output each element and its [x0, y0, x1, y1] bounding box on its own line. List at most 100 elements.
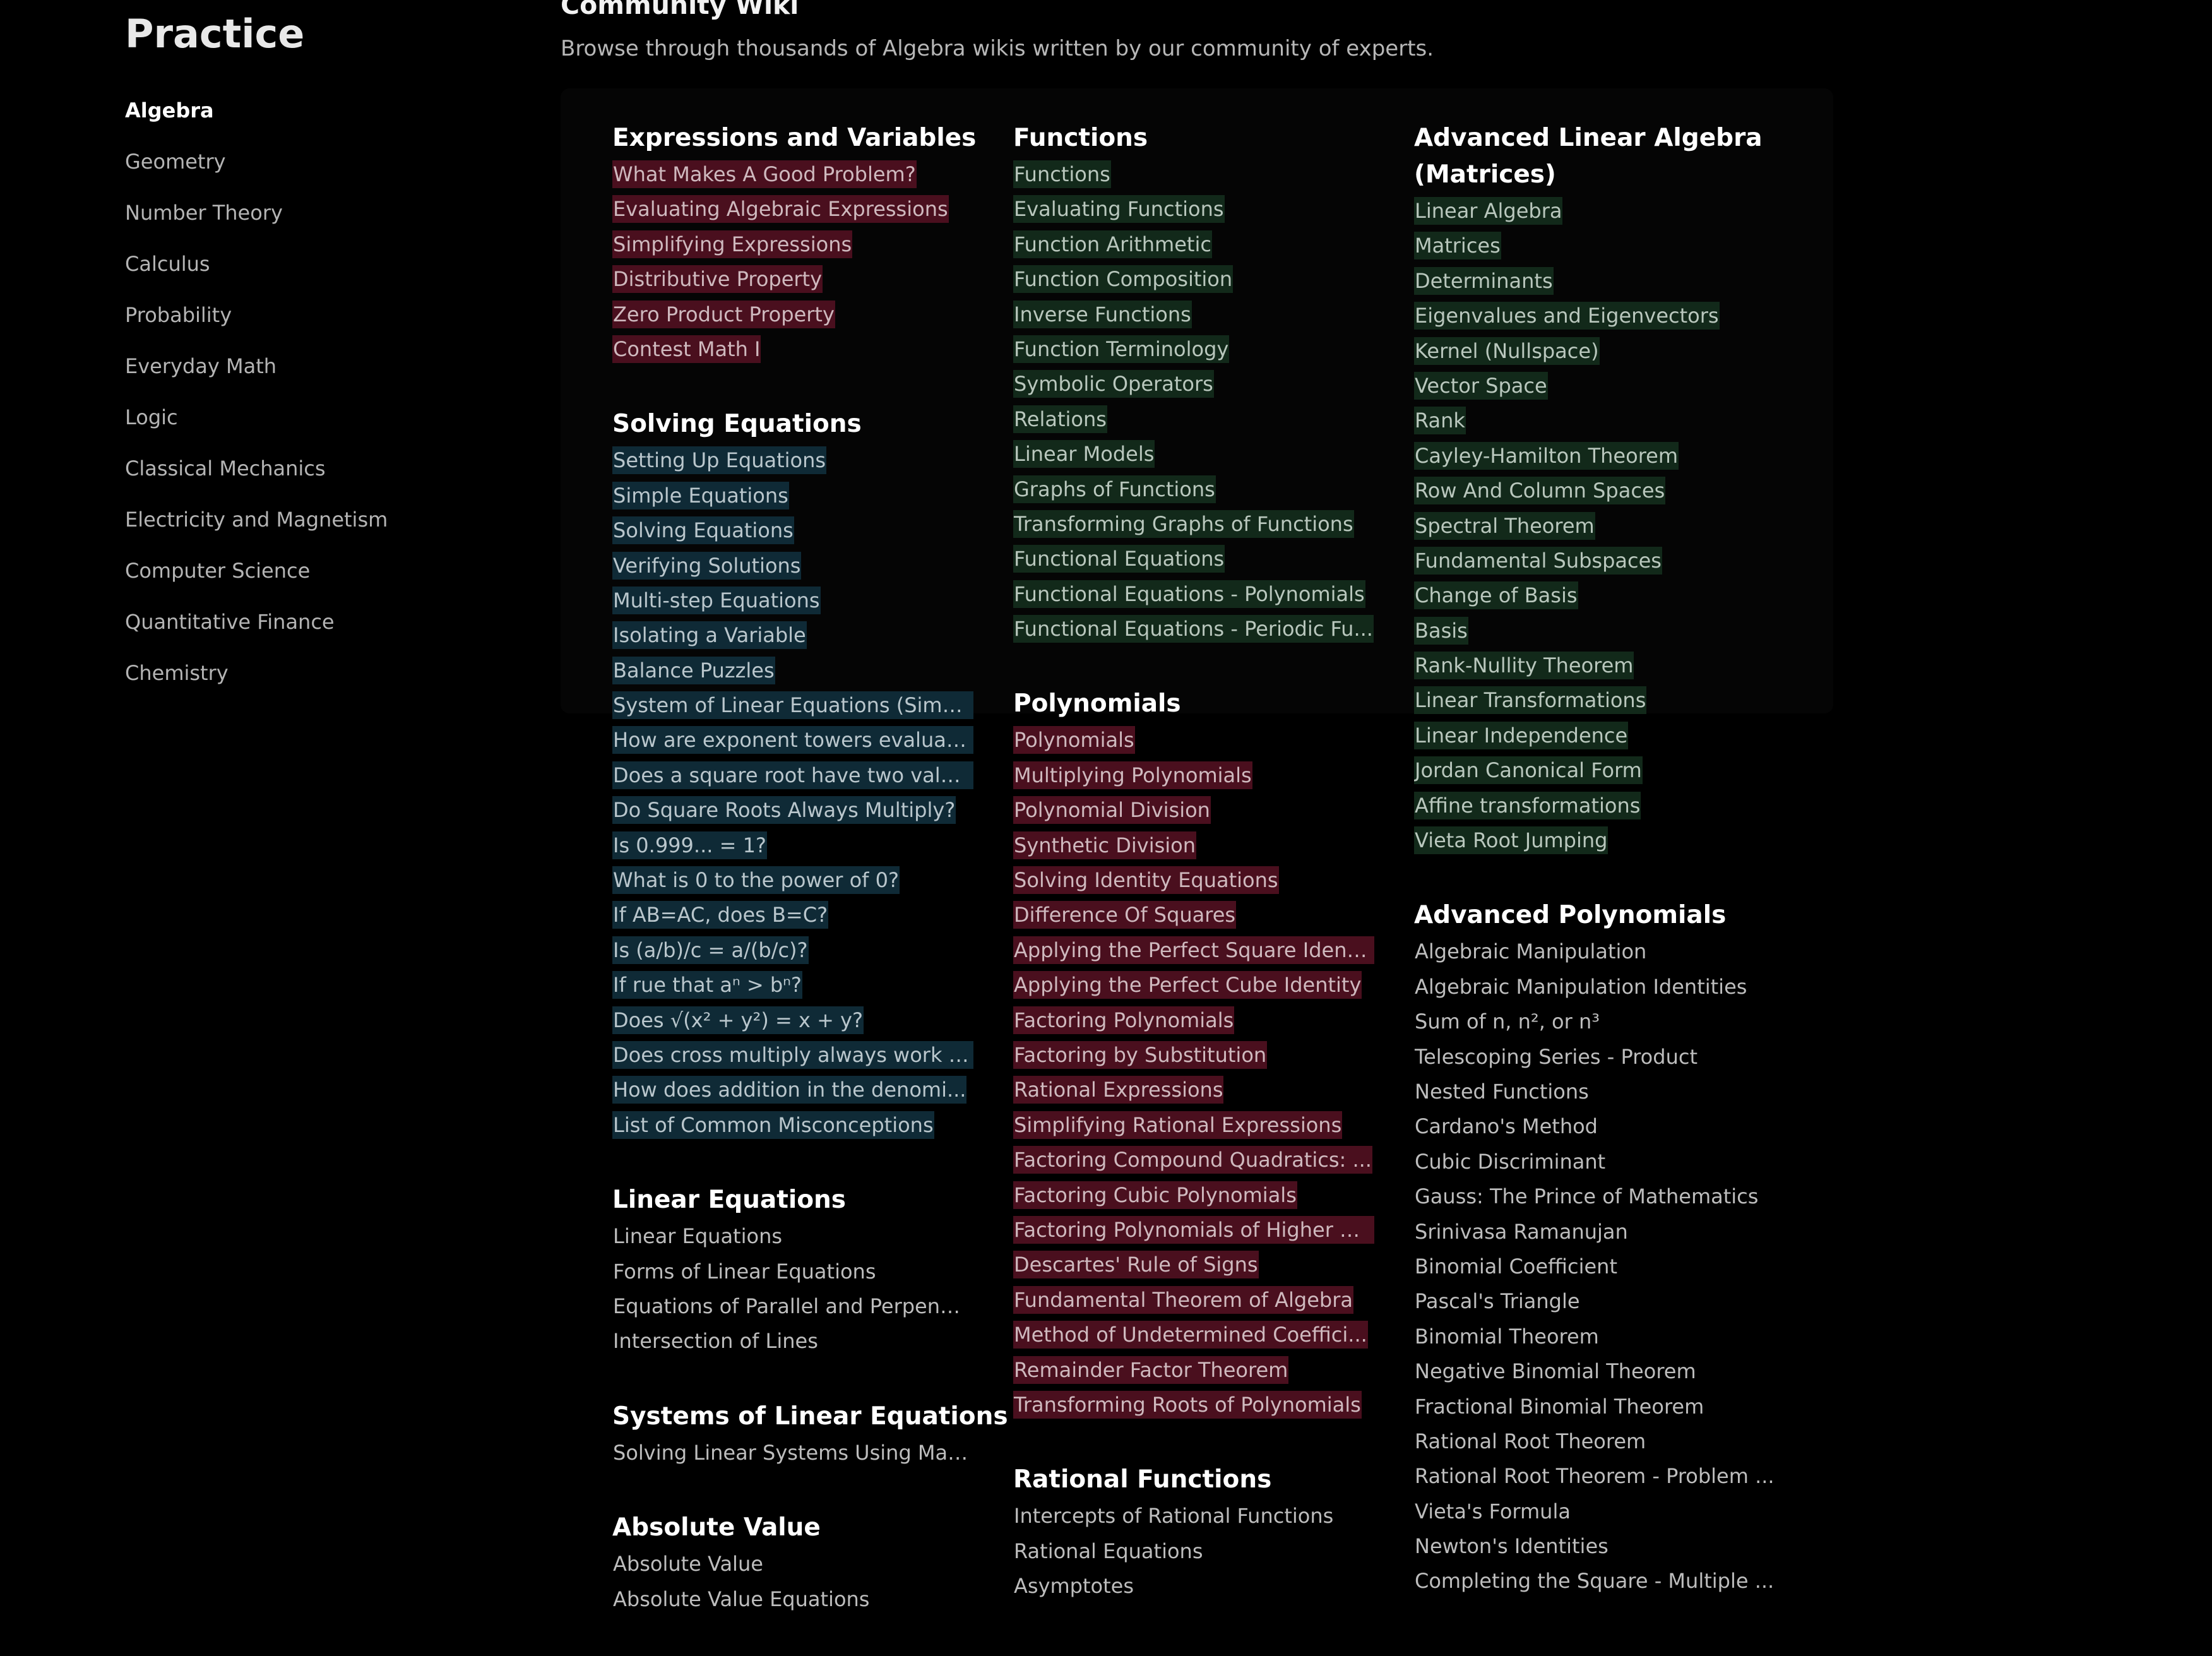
wiki-link[interactable]: Binomial Coefficient — [1414, 1253, 1618, 1280]
wiki-link[interactable]: Does cross multiply always work fo... — [612, 1040, 973, 1069]
wiki-link[interactable]: Vieta's Formula — [1414, 1498, 1571, 1525]
wiki-link[interactable]: If rue that aⁿ > bⁿ? — [612, 971, 802, 999]
wiki-link[interactable]: Difference Of Squares — [1013, 901, 1237, 929]
wiki-link[interactable]: Balance Puzzles — [612, 656, 775, 684]
wiki-link[interactable]: Asymptotes — [1013, 1572, 1134, 1600]
wiki-link[interactable]: Zero Product Property — [612, 300, 835, 328]
wiki-link[interactable]: System of Linear Equations (Simul... — [612, 691, 973, 720]
wiki-link[interactable]: Jordan Canonical Form — [1414, 756, 1643, 785]
wiki-link[interactable]: Rational Root Theorem - Problem ... — [1414, 1462, 1775, 1490]
wiki-link[interactable]: Completing the Square - Multiple ... — [1414, 1567, 1775, 1595]
wiki-link[interactable]: Linear Equations — [612, 1222, 783, 1250]
wiki-link[interactable]: Function Composition — [1013, 265, 1234, 294]
wiki-link[interactable]: Row And Column Spaces — [1414, 477, 1666, 505]
wiki-link[interactable]: Algebraic Manipulation Identities — [1414, 973, 1747, 1001]
wiki-link[interactable]: Functional Equations - Periodic Fu... — [1013, 615, 1374, 643]
sidebar-item-logic[interactable]: Logic — [125, 392, 388, 443]
wiki-link[interactable]: Simplifying Expressions — [612, 230, 853, 258]
wiki-link[interactable]: Isolating a Variable — [612, 621, 807, 650]
wiki-link[interactable]: Verifying Solutions — [612, 551, 802, 580]
sidebar-item-everyday-math[interactable]: Everyday Math — [125, 341, 388, 392]
wiki-link[interactable]: Solving Equations — [612, 516, 794, 545]
sidebar-item-quantitative-finance[interactable]: Quantitative Finance — [125, 597, 388, 648]
sidebar-item-algebra[interactable]: Algebra — [125, 85, 388, 136]
wiki-link[interactable]: Solving Linear Systems Using Mat... — [612, 1439, 973, 1467]
wiki-link[interactable]: Simplifying Rational Expressions — [1013, 1111, 1343, 1139]
wiki-link[interactable]: Evaluating Algebraic Expressions — [612, 195, 949, 223]
wiki-link[interactable]: Factoring Polynomials — [1013, 1006, 1235, 1034]
wiki-link[interactable]: Function Arithmetic — [1013, 230, 1212, 258]
wiki-link[interactable]: If AB=AC, does B=C? — [612, 901, 829, 929]
wiki-link[interactable]: Determinants — [1414, 266, 1554, 295]
wiki-link[interactable]: Rational Root Theorem — [1414, 1427, 1646, 1455]
wiki-link[interactable]: How are exponent towers evaluate... — [612, 726, 973, 754]
wiki-link[interactable]: Sum of n, n², or n³ — [1414, 1008, 1600, 1035]
wiki-link[interactable]: Polynomial Division — [1013, 796, 1211, 825]
wiki-link[interactable]: Solving Identity Equations — [1013, 866, 1279, 895]
wiki-link[interactable]: Graphs of Functions — [1013, 475, 1216, 503]
sidebar-item-calculus[interactable]: Calculus — [125, 239, 388, 290]
wiki-link[interactable]: Synthetic Division — [1013, 831, 1197, 859]
wiki-link[interactable]: Does a square root have two value... — [612, 761, 973, 789]
wiki-link[interactable]: Cayley-Hamilton Theorem — [1414, 441, 1679, 470]
wiki-link[interactable]: Is 0.999... = 1? — [612, 831, 767, 859]
sidebar-item-computer-science[interactable]: Computer Science — [125, 545, 388, 597]
wiki-link[interactable]: Factoring by Substitution — [1013, 1040, 1268, 1069]
wiki-link[interactable]: Multiplying Polynomials — [1013, 761, 1252, 789]
wiki-link[interactable]: Applying the Perfect Cube Identity — [1013, 971, 1362, 999]
wiki-link[interactable]: Rank-Nullity Theorem — [1414, 652, 1634, 680]
wiki-link[interactable]: Rational Expressions — [1013, 1076, 1224, 1104]
wiki-link[interactable]: Negative Binomial Theorem — [1414, 1357, 1697, 1385]
wiki-link[interactable]: Simple Equations — [612, 481, 789, 509]
wiki-link[interactable]: Linear Transformations — [1414, 686, 1647, 715]
wiki-link[interactable]: Function Terminology — [1013, 335, 1230, 363]
wiki-link[interactable]: Functions — [1013, 160, 1111, 188]
wiki-link[interactable]: Evaluating Functions — [1013, 195, 1225, 223]
wiki-link[interactable]: Equations of Parallel and Perpendi... — [612, 1292, 973, 1320]
wiki-link[interactable]: Contest Math I — [612, 335, 761, 363]
wiki-link[interactable]: Absolute Value — [612, 1550, 764, 1578]
wiki-link[interactable]: Transforming Graphs of Functions — [1013, 509, 1354, 538]
wiki-link[interactable]: Newton's Identities — [1414, 1532, 1609, 1560]
sidebar-item-probability[interactable]: Probability — [125, 290, 388, 341]
wiki-link[interactable]: Cubic Discriminant — [1414, 1148, 1606, 1176]
wiki-link[interactable]: Does √(x² + y²) = x + y? — [612, 1006, 864, 1034]
wiki-link[interactable]: Descartes' Rule of Signs — [1013, 1251, 1259, 1279]
wiki-link[interactable]: Vector Space — [1414, 371, 1548, 400]
wiki-link[interactable]: What Makes A Good Problem? — [612, 160, 917, 188]
wiki-link[interactable]: Setting Up Equations — [612, 446, 827, 475]
wiki-link[interactable]: Linear Models — [1013, 440, 1155, 468]
wiki-link[interactable]: Gauss: The Prince of Mathematics — [1414, 1182, 1759, 1210]
wiki-link[interactable]: Transforming Roots of Polynomials — [1013, 1390, 1362, 1419]
wiki-link[interactable]: Absolute Value Equations — [612, 1585, 870, 1613]
wiki-link[interactable]: What is 0 to the power of 0? — [612, 866, 900, 895]
wiki-link[interactable]: Remainder Factor Theorem — [1013, 1355, 1289, 1384]
wiki-link[interactable]: Kernel (Nullspace) — [1414, 337, 1600, 365]
wiki-link[interactable]: Do Square Roots Always Multiply? — [612, 796, 956, 825]
wiki-link[interactable]: Factoring Cubic Polynomials — [1013, 1181, 1297, 1209]
wiki-link[interactable]: Rational Equations — [1013, 1537, 1204, 1565]
wiki-link[interactable]: Distributive Property — [612, 265, 823, 294]
wiki-link[interactable]: Change of Basis — [1414, 581, 1578, 610]
wiki-link[interactable]: Is (a/b)/c = a/(b/c)? — [612, 936, 809, 964]
wiki-link[interactable]: Fundamental Subspaces — [1414, 546, 1662, 575]
wiki-link[interactable]: Factoring Compound Quadratics: ... — [1013, 1146, 1372, 1174]
wiki-link[interactable]: Telescoping Series - Product — [1414, 1043, 1698, 1071]
wiki-link[interactable]: Inverse Functions — [1013, 300, 1192, 328]
wiki-link[interactable]: Cardano's Method — [1414, 1112, 1598, 1140]
sidebar-item-geometry[interactable]: Geometry — [125, 136, 388, 188]
wiki-link[interactable]: Rank — [1414, 407, 1466, 435]
sidebar-item-chemistry[interactable]: Chemistry — [125, 648, 388, 699]
wiki-link[interactable]: Linear Independence — [1414, 721, 1629, 749]
wiki-link[interactable]: Factoring Polynomials of Higher D... — [1013, 1215, 1374, 1244]
wiki-link[interactable]: Fundamental Theorem of Algebra — [1013, 1285, 1353, 1314]
wiki-link[interactable]: Intercepts of Rational Functions — [1013, 1502, 1334, 1530]
wiki-link[interactable]: Vieta Root Jumping — [1414, 826, 1608, 855]
sidebar-item-number-theory[interactable]: Number Theory — [125, 188, 388, 239]
wiki-link[interactable]: Matrices — [1414, 232, 1501, 260]
wiki-link[interactable]: Fractional Binomial Theorem — [1414, 1393, 1704, 1421]
wiki-link[interactable]: Forms of Linear Equations — [612, 1258, 876, 1285]
wiki-link[interactable]: Srinivasa Ramanujan — [1414, 1218, 1629, 1246]
wiki-link[interactable]: Functional Equations - Polynomials — [1013, 580, 1365, 608]
wiki-link[interactable]: Method of Undetermined Coeffici... — [1013, 1321, 1368, 1349]
